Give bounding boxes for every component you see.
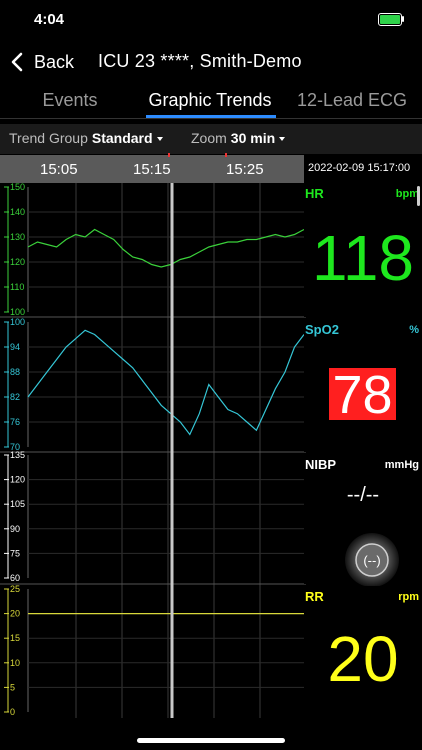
y-tick-label: 120 [10,475,25,485]
tab-events[interactable]: Events [0,90,140,111]
zoom-value: 30 min [230,130,276,146]
caret-down-icon [279,137,286,142]
y-tick-label: 75 [10,548,20,558]
y-tick-label: 5 [10,682,15,692]
y-tick-label: 15 [10,633,20,643]
time-label: 15:25 [226,161,264,178]
y-tick-label: 100 [10,317,25,327]
battery-icon [378,13,402,26]
nibp-measure-icon[interactable]: (--) [344,532,400,588]
y-tick-label: 135 [10,450,25,460]
y-tick-label: 82 [10,392,20,402]
nibp-value: --/-- [346,484,380,506]
status-clock: 4:04 [34,11,65,28]
cursor-marker [225,153,227,157]
back-label: Back [34,51,75,72]
scroll-indicator[interactable] [417,186,420,206]
hr-value: 118 [311,222,415,294]
spo2-alarm-box: 78 [329,365,396,425]
tab-bar: Events Graphic Trends 12-Lead ECG [0,84,422,118]
spo2-panel[interactable]: SpO2 % 78 [304,319,422,452]
back-button[interactable]: Back [8,48,74,76]
chevron-left-icon [11,52,23,72]
trend-line-spo2 [27,329,305,436]
y-tick-label: 88 [10,367,20,377]
spo2-value: 78 [332,365,393,425]
patient-title: ICU 23 ****, Smith-Demo [98,51,302,71]
trend-charts[interactable]: 150 140 130 120 110 100 100 94 88 82 76 70 135 120 105… [0,182,306,718]
hr-name: HR [305,186,324,201]
y-tick-label: 105 [10,499,25,509]
time-axis[interactable]: 15:05 15:15 15:25 [0,153,304,183]
y-tick-label: 110 [10,282,24,292]
home-indicator[interactable] [137,738,285,743]
nibp-name: NIBP [305,457,337,472]
hr-unit: bpm [395,188,419,200]
y-tick-label: 140 [10,207,25,217]
zoom-dropdown[interactable]: Zoom 30 min [191,130,286,146]
y-tick-label: 0 [10,707,15,717]
y-tick-label: 94 [10,342,20,352]
nibp-unit: mmHg [384,459,419,471]
y-tick-label: 120 [10,257,25,267]
y-tick-label: 76 [10,417,20,427]
y-tick-label: 130 [10,232,25,242]
status-bar: 4:04 [0,0,422,40]
tabs-divider [0,118,422,119]
rr-unit: rpm [398,591,419,603]
caret-down-icon [156,137,163,142]
trend-group-dropdown[interactable]: Trend Group Standard [9,130,163,146]
rr-value: 20 [327,623,399,695]
spo2-unit: % [409,324,419,336]
time-label: 15:15 [133,161,171,178]
y-tick-label: 60 [10,573,20,583]
cursor-marker [168,153,170,157]
trend-group-value: Standard [91,130,153,146]
y-tick-label: 25 [10,584,20,594]
cursor-timestamp: 2022-02-09 15:17:00 [304,155,422,183]
y-tick-label: 20 [10,609,20,619]
tab-graphic-trends[interactable]: Graphic Trends [140,90,280,111]
time-label: 15:05 [40,161,78,178]
zoom-label: Zoom [191,130,227,146]
nibp-panel[interactable]: NIBP mmHg --/-- (--) [304,454,422,587]
y-tick-label: 90 [10,524,20,534]
nibp-icon-text: (--) [363,553,380,568]
battery-tip [402,16,404,22]
trend-chart-svg[interactable]: 1501401301201101001009488827670135120105… [0,182,306,718]
hr-panel[interactable]: HR bpm 118 [304,183,422,317]
tab-12-lead-ecg[interactable]: 12-Lead ECG [282,90,422,111]
rr-name: RR [305,589,324,604]
trend-group-label: Trend Group [9,130,88,146]
y-tick-label: 100 [10,307,25,317]
rr-panel[interactable]: RR rpm 20 [304,586,422,718]
y-tick-label: 150 [10,183,25,192]
trend-line-hr [27,228,305,268]
trend-toolbar: Trend Group Standard Zoom 30 min [0,124,422,154]
cursor-timestamp-text: 2022-02-09 15:17:00 [308,162,411,174]
spo2-name: SpO2 [305,322,339,337]
y-tick-label: 10 [10,658,20,668]
